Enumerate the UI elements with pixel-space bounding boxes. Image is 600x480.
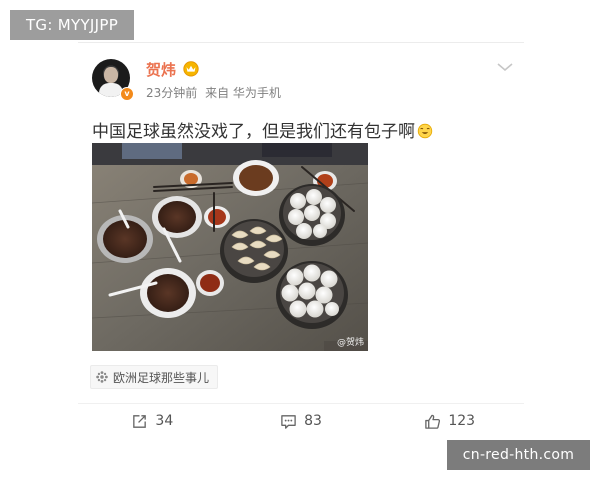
action-bar: 34 83 123 [78,403,524,438]
verified-v-icon: v [120,87,134,101]
repost-button[interactable]: 34 [78,404,227,438]
post-photo[interactable]: @贺炜 [92,143,368,351]
topic-tag[interactable]: 欧洲足球那些事儿 [90,365,219,389]
post-time[interactable]: 23分钟前 [146,86,197,100]
sauce-bowl [233,160,279,196]
telegram-watermark: TG: MYYJJPP [10,10,134,40]
image-watermark: @贺炜 [336,338,364,348]
thumbs-up-icon [425,414,441,429]
comment-icon [281,414,296,429]
vip-crown-icon [183,61,199,77]
dumpling-steamer [220,219,288,283]
chevron-down-icon[interactable] [496,61,514,73]
weibo-post-card: v 贺炜 23分钟前 来自 华为手机 中国足球虽然没戏了，但是我们还有包子啊 @… [78,42,524,441]
smile-emoji-icon [417,123,433,139]
post-text-body: 中国足球虽然没戏了，但是我们还有包子啊 [92,122,415,142]
comment-button[interactable]: 83 [227,404,376,438]
site-watermark: cn-red-hth.com [447,440,590,470]
sauce-bowl [152,196,202,238]
bun-steamer [276,261,348,329]
topic-tag-label: 欧洲足球那些事儿 [113,370,210,385]
like-button[interactable]: 123 [375,404,524,438]
post-meta: 23分钟前 来自 华为手机 [146,84,285,101]
baozi-table-photo [92,143,368,351]
username[interactable]: 贺炜 [146,59,176,80]
topic-wheel-icon [96,371,108,383]
repost-count: 34 [155,413,174,429]
bun-steamer [279,184,345,246]
avatar-face [104,67,118,83]
post-text: 中国足球虽然没戏了，但是我们还有包子啊 [92,117,433,142]
repost-icon [133,414,147,428]
like-count: 123 [448,413,476,429]
sauce-bowl [140,268,196,318]
comment-count: 83 [304,413,322,429]
post-source: 来自 华为手机 [205,86,281,100]
